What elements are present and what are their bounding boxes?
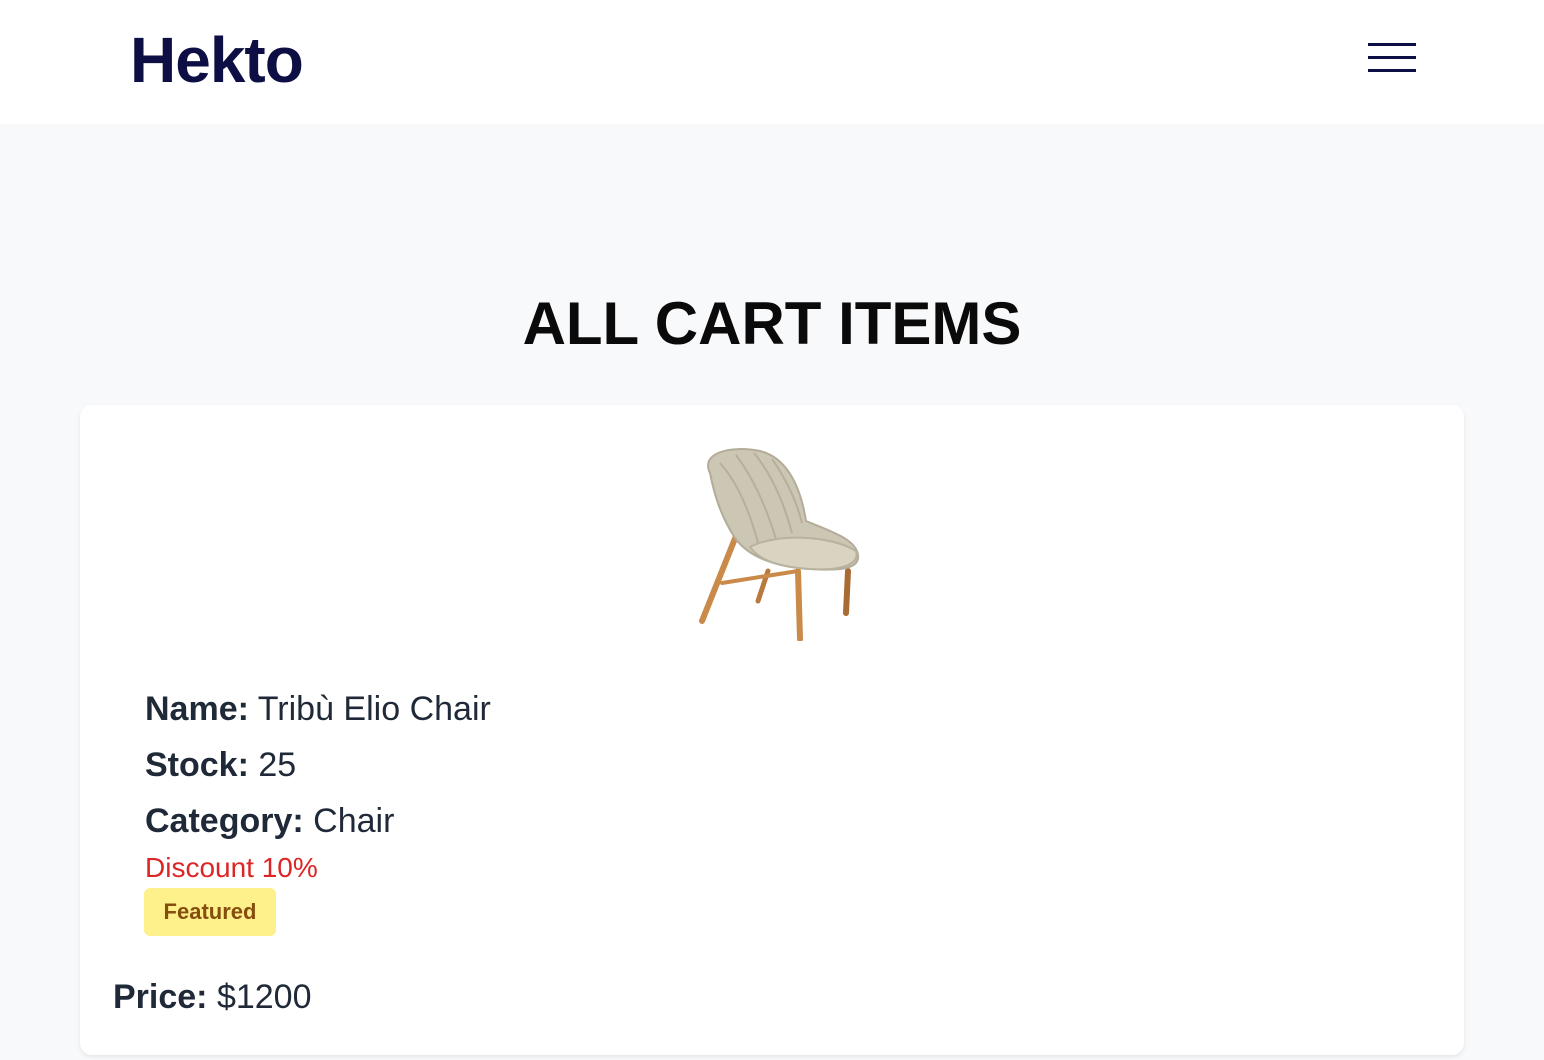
hamburger-menu-icon[interactable] [1360, 36, 1424, 80]
menu-bar [1368, 43, 1416, 46]
menu-bar [1368, 56, 1416, 59]
stock-label: Stock: [145, 746, 249, 784]
price-label: Price: [113, 978, 208, 1016]
item-category: Chair [313, 802, 395, 840]
item-category-line: Category: Chair [145, 801, 394, 841]
site-header: Hekto [0, 0, 1544, 124]
page-title: ALL CART ITEMS [522, 290, 1022, 357]
item-price: $1200 [216, 978, 312, 1016]
item-stock: 25 [258, 746, 297, 784]
logo[interactable]: Hekto [130, 22, 304, 98]
item-price-line: Price: $1200 [113, 977, 312, 1017]
lounge-chair-image [699, 448, 860, 641]
item-name: Tribù Elio Chair [257, 690, 491, 728]
cart-item-card: Name: Tribù Elio Chair Stock: 25 Categor… [80, 405, 1464, 1055]
name-label: Name: [145, 690, 249, 728]
category-label: Category: [145, 802, 304, 840]
menu-bar [1368, 69, 1416, 72]
item-stock-line: Stock: 25 [145, 745, 296, 785]
item-name-line: Name: Tribù Elio Chair [145, 689, 491, 729]
featured-badge: Featured [144, 888, 276, 936]
discount-text: Discount 10% [145, 852, 318, 883]
